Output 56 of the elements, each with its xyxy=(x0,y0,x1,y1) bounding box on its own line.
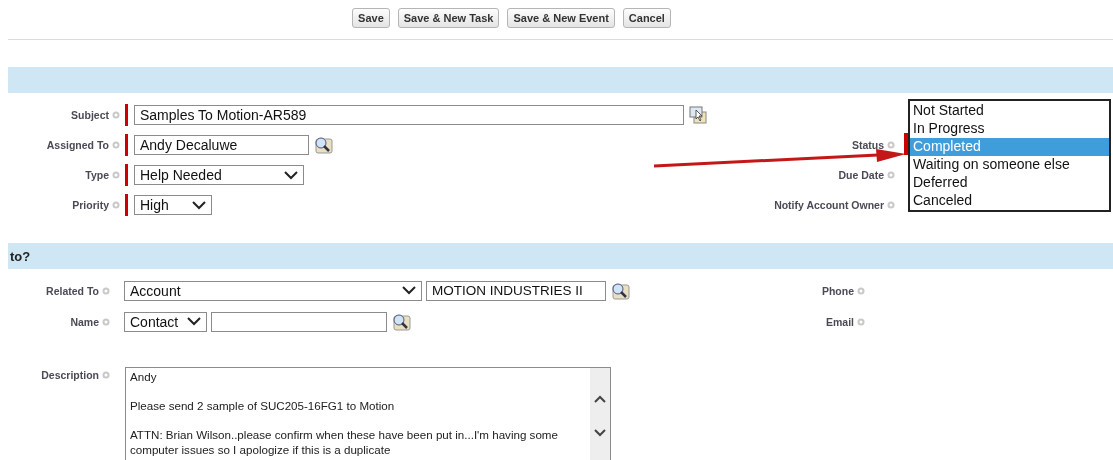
help-icon xyxy=(857,317,865,326)
help-icon xyxy=(887,141,895,149)
field-label: Status xyxy=(851,139,884,151)
dropdown-caret-icon xyxy=(402,286,416,295)
scrollbar[interactable] xyxy=(590,368,610,460)
dropdown-caret-icon xyxy=(187,317,201,326)
search-icon[interactable] xyxy=(313,136,333,154)
search-icon[interactable] xyxy=(610,281,630,300)
select-field[interactable]: Help Needed xyxy=(134,165,304,185)
dropdown-option[interactable]: Deferred xyxy=(910,173,1109,192)
section-title: to? xyxy=(9,248,31,264)
help-icon xyxy=(887,171,895,179)
field-label: Name xyxy=(70,315,99,328)
help-icon xyxy=(112,111,120,119)
field-label: Phone xyxy=(821,284,854,297)
lookup-field[interactable]: MOTION INDUSTRIES II xyxy=(426,280,606,301)
lookup-field[interactable] xyxy=(211,311,387,332)
help-icon xyxy=(112,141,120,149)
dropdown-option[interactable]: Canceled xyxy=(910,191,1109,210)
dropdown-option[interactable]: Not Started xyxy=(910,102,1109,120)
help-icon xyxy=(887,201,895,209)
field-label: Related To xyxy=(46,284,99,297)
dropdown-caret-icon xyxy=(284,170,298,180)
required-marker xyxy=(904,133,908,155)
scroll-down-icon[interactable] xyxy=(594,428,606,437)
dropdown-caret-icon xyxy=(192,200,206,210)
field-label: Email xyxy=(826,315,854,328)
toolbar-button[interactable]: Save xyxy=(352,8,390,28)
dropdown-option[interactable]: In Progress xyxy=(910,119,1109,138)
field-label: Assigned To xyxy=(46,139,109,151)
help-icon xyxy=(102,371,110,379)
status-dropdown-list[interactable]: Not Started In Progress Completed Waiting on someone else Deferred Canceled xyxy=(908,99,1111,213)
toolbar-button[interactable]: Save & New Event xyxy=(507,8,615,28)
select-field[interactable]: Contact xyxy=(124,311,207,332)
scroll-up-icon[interactable] xyxy=(594,394,606,403)
help-icon xyxy=(112,201,120,209)
field-label: Description xyxy=(41,369,99,381)
subject-field[interactable]: Samples To Motion-AR589 xyxy=(134,105,684,125)
combo-picker-icon[interactable] xyxy=(688,106,708,124)
help-icon xyxy=(102,286,110,295)
field-label: Priority xyxy=(72,199,109,211)
description-field[interactable]: Andy Please send 2 sample of SUC205-16FG1 to Motion ATTN: Brian Wilson..please confirm when these have been put in...I'm having some computer issues so I apologize if this is a duplicate xyxy=(125,367,611,460)
select-field[interactable]: Account xyxy=(124,280,422,301)
help-icon xyxy=(102,317,110,326)
field-label: Type xyxy=(85,169,109,181)
field-label: Due Date xyxy=(838,169,884,181)
search-icon[interactable] xyxy=(391,312,411,331)
dropdown-option[interactable]: Waiting on someone else xyxy=(910,155,1109,174)
select-field[interactable]: High xyxy=(134,195,212,215)
toolbar-button[interactable]: Cancel xyxy=(622,8,671,28)
field-label: Notify Account Owner xyxy=(774,199,884,211)
help-icon xyxy=(112,171,120,179)
toolbar-button[interactable]: Save & New Task xyxy=(397,8,500,28)
assigned-to-field[interactable]: Andy Decaluwe xyxy=(134,135,309,155)
help-icon xyxy=(857,286,865,295)
field-label: Subject xyxy=(71,109,109,121)
